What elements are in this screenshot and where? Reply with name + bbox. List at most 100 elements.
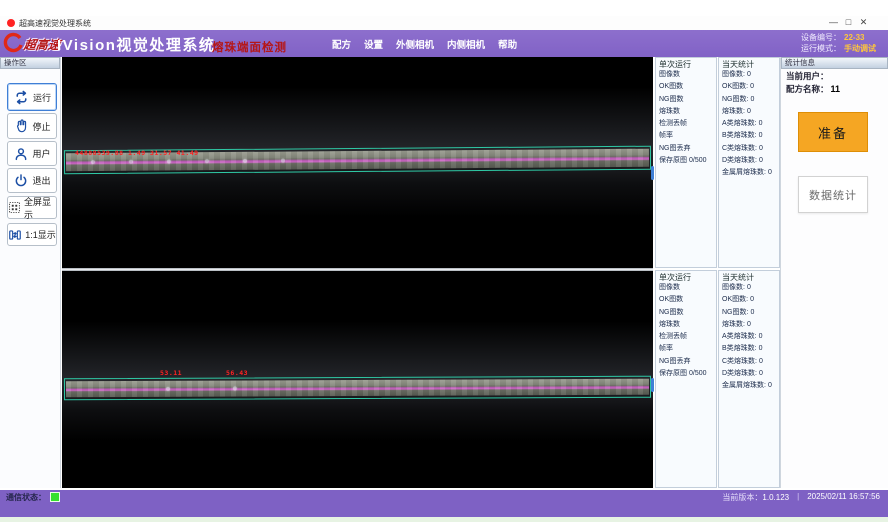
stat-row: B类熔珠数:0 — [719, 343, 779, 355]
single-run-groupbox: 单次运行 图像数 OK图数 NG图数 熔珠数 检测丢帧 帧率 NG图丢弃 — [655, 270, 717, 488]
stat-row: NG图数:0 — [719, 307, 779, 319]
stop-hand-icon — [13, 118, 29, 134]
stat-row: B类熔珠数:0 — [719, 130, 779, 142]
run-mode-value: 手动调试 — [844, 44, 876, 53]
stat-row: NG图数 — [656, 307, 716, 319]
data-stats-button[interactable]: 数据统计 — [798, 176, 868, 213]
single-run-rows: 图像数 OK图数 NG图数 熔珠数 检测丢帧 帧率 NG图丢弃 保存原图0/50… — [656, 69, 716, 167]
stat-row: 图像数 — [656, 69, 716, 81]
one-to-one-button-label: 1:1显示 — [25, 228, 56, 241]
menu-bar: 配方 设置 外侧相机 内侧相机 帮助 — [332, 37, 517, 51]
logo-text: 超高速 — [23, 36, 61, 53]
stat-row: A类熔珠数:0 — [719, 331, 779, 343]
stat-row: 检测丢帧 — [656, 118, 716, 130]
one-to-one-button[interactable]: 1:1显示 — [7, 223, 57, 246]
run-button[interactable]: 运行 — [7, 83, 57, 111]
sidebar: 操作区 运行 停止 用户 — [0, 57, 61, 488]
stop-button[interactable]: 停止 — [7, 113, 57, 139]
exit-button-label: 退出 — [32, 174, 50, 187]
status-separator: | — [797, 492, 799, 503]
run-mode-label: 运行模式： — [801, 44, 841, 53]
menu-item[interactable]: 内侧相机 — [447, 37, 485, 51]
bead-mark — [205, 159, 209, 163]
stat-row: 熔珠数:0 — [719, 319, 779, 331]
status-datetime: 2025/02/11 16:57:56 — [807, 492, 880, 503]
single-run-title: 单次运行 — [659, 59, 691, 70]
stat-row: A类熔珠数:0 — [719, 118, 779, 130]
menu-item[interactable]: 帮助 — [498, 37, 517, 51]
device-number-label: 设备编号： — [801, 33, 841, 42]
stat-row: OK图数:0 — [719, 294, 779, 306]
today-title: 当天统计 — [722, 272, 754, 283]
bead-mark — [166, 387, 170, 391]
version-value: 1.0.123 — [762, 493, 789, 502]
user-button-label: 用户 — [32, 147, 50, 160]
run-button-label: 运行 — [33, 91, 51, 104]
stat-row: OK图数 — [656, 294, 716, 306]
window-titlebar: 超高速视觉处理系统 — □ ✕ — [0, 16, 888, 30]
single-run-title: 单次运行 — [659, 272, 691, 283]
fullscreen-grid-icon — [8, 201, 21, 214]
minimize-button[interactable]: — — [827, 16, 840, 29]
app-title: IVision视觉处理系统 — [57, 34, 215, 55]
stat-row: C类熔珠数:0 — [719, 356, 779, 368]
fullscreen-button[interactable]: 全屏显示 — [7, 196, 57, 219]
stat-row: 熔珠数 — [656, 319, 716, 331]
splitter-handle[interactable] — [651, 378, 654, 392]
stats-panel-top: 单次运行 图像数 OK图数 NG图数 熔珠数 检测丢帧 帧率 NG图丢弃 — [655, 57, 780, 268]
one-to-one-icon — [8, 228, 22, 242]
weld-bead-strip — [66, 379, 649, 398]
measurement-annotation: 56.43 — [226, 369, 248, 377]
today-groupbox: 当天统计 图像数:0 OK图数:0 NG图数:0 熔珠数:0 A类熔珠数:0 B… — [718, 270, 780, 488]
status-bar-right: 当前版本：1.0.123 | 2025/02/11 16:57:56 — [722, 492, 880, 503]
bead-mark — [233, 387, 237, 391]
info-panel-header: 统计信息 — [781, 57, 888, 69]
measurement-annotation: 44888539.88 1.49 31.57 41.49 — [75, 149, 199, 157]
current-user-label: 当前用户： — [786, 71, 829, 81]
stat-row: D类熔珠数:0 — [719, 155, 779, 167]
close-button[interactable]: ✕ — [857, 16, 870, 29]
maximize-button[interactable]: □ — [842, 16, 855, 29]
version-label: 当前版本： — [722, 493, 762, 502]
bead-mark — [281, 159, 285, 163]
stat-row: 熔珠数:0 — [719, 106, 779, 118]
recipe-name-label: 配方名称： — [786, 84, 829, 94]
app-header: 超高速 IVision视觉处理系统 熔珠端面检测 配方 设置 外侧相机 内侧相机… — [0, 30, 888, 57]
bead-mark — [243, 159, 247, 163]
splitter-handle[interactable] — [651, 166, 654, 180]
exit-button[interactable]: 退出 — [7, 168, 57, 193]
recipe-name-value: 11 — [831, 84, 841, 94]
stat-row: C类熔珠数:0 — [719, 143, 779, 155]
device-number-value: 22-33 — [844, 33, 864, 42]
camera-panel-top[interactable]: 44888539.88 1.49 31.57 41.49 — [62, 57, 653, 268]
menu-item[interactable]: 设置 — [364, 37, 383, 51]
stat-row: 检测丢帧 — [656, 331, 716, 343]
stat-row: 图像数 — [656, 282, 716, 294]
stat-row: 保存原图0/500 — [656, 368, 716, 380]
sidebar-header: 操作区 — [0, 57, 60, 69]
info-panel: 统计信息 当前用户： 配方名称：11 准备 数据统计 — [780, 57, 888, 488]
prepare-button[interactable]: 准备 — [798, 112, 868, 152]
single-run-groupbox: 单次运行 图像数 OK图数 NG图数 熔珠数 检测丢帧 帧率 NG图丢弃 — [655, 57, 717, 268]
stop-button-label: 停止 — [32, 120, 50, 133]
stat-row: NG图数 — [656, 94, 716, 106]
stat-row: 图像数:0 — [719, 282, 779, 294]
user-button[interactable]: 用户 — [7, 141, 57, 166]
stat-row: NG图丢弃 — [656, 356, 716, 368]
stat-row: 熔珠数 — [656, 106, 716, 118]
menu-item[interactable]: 配方 — [332, 37, 351, 51]
roi-box — [64, 376, 651, 401]
power-icon — [13, 173, 29, 189]
menu-item[interactable]: 外侧相机 — [396, 37, 434, 51]
application-window: 超高速视觉处理系统 — □ ✕ 超高速 IVision视觉处理系统 熔珠端面检测… — [0, 0, 888, 522]
logo-swirl-icon — [2, 32, 24, 59]
camera-panel-bottom[interactable]: 53.11 56.43 — [62, 271, 653, 488]
today-rows: 图像数:0 OK图数:0 NG图数:0 熔珠数:0 A类熔珠数:0 B类熔珠数:… — [719, 69, 779, 180]
status-bar: 通信状态： 当前版本：1.0.123 | 2025/02/11 16:57:56 — [0, 490, 888, 517]
device-info: 设备编号：22-33 运行模式：手动调试 — [801, 32, 876, 54]
fullscreen-button-label: 全屏显示 — [24, 195, 56, 221]
stat-row: 金属屑熔珠数:0 — [719, 380, 779, 392]
run-cycle-icon — [13, 89, 30, 106]
comm-status-label: 通信状态： — [6, 492, 46, 503]
stat-row: NG图丢弃 — [656, 143, 716, 155]
